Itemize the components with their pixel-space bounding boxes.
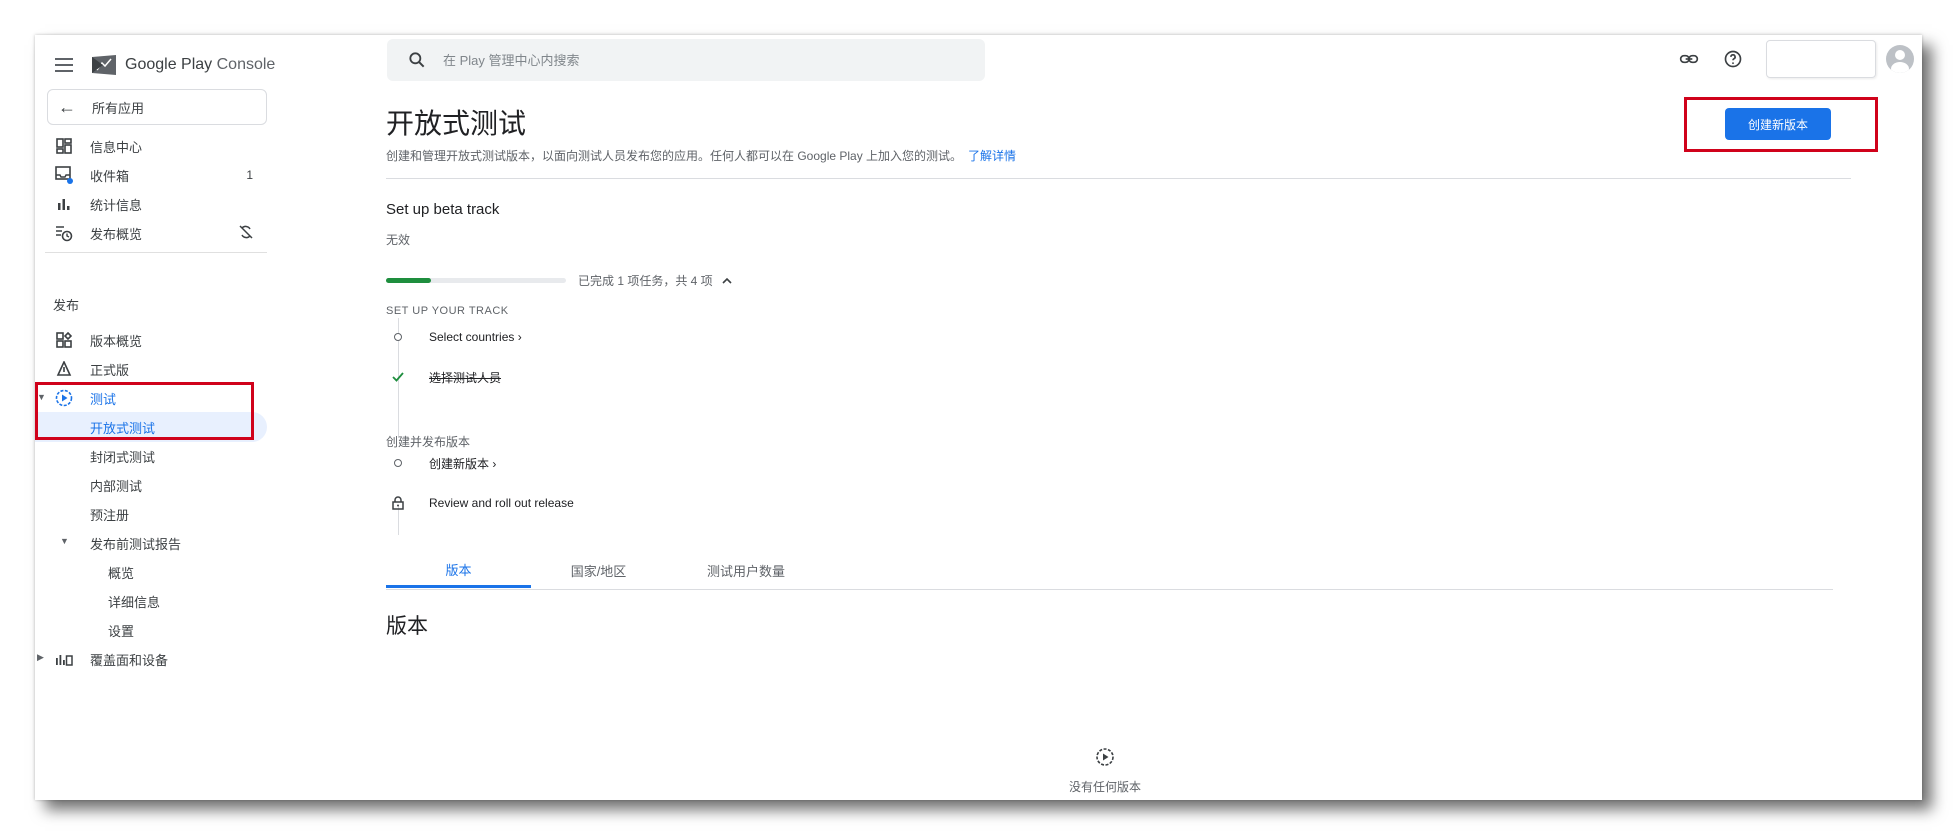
- sidebar-item-closed-testing[interactable]: 封闭式测试: [35, 441, 267, 471]
- release-overview-icon: [55, 331, 73, 349]
- sidebar-item-label: 封闭式测试: [90, 449, 156, 465]
- all-apps-button[interactable]: ← 所有应用: [47, 89, 267, 125]
- step-pending-icon: [389, 328, 407, 346]
- learn-more-link[interactable]: 了解详情: [968, 149, 1016, 163]
- tab-releases[interactable]: 版本: [386, 553, 531, 588]
- top-right-bar: [1678, 40, 1922, 78]
- sidebar-item-publishing-overview[interactable]: 发布概览: [35, 218, 267, 248]
- sidebar-item-release-overview[interactable]: 版本概览: [35, 325, 267, 355]
- create-new-release-button[interactable]: 创建新版本: [1725, 108, 1831, 140]
- step-pending-icon: [389, 454, 407, 472]
- sidebar-item-pre-launch-details[interactable]: 详细信息: [35, 586, 267, 616]
- tab-tester-count[interactable]: 测试用户数量: [666, 553, 826, 588]
- releases-section-title: 版本: [386, 615, 428, 638]
- sidebar-item-label: 覆盖面和设备: [90, 652, 169, 668]
- beta-track-status: 无效: [386, 233, 411, 247]
- production-icon: [55, 360, 73, 378]
- sidebar-item-open-testing[interactable]: 开放式测试: [35, 412, 267, 442]
- google-play-console-logo[interactable]: Google Play Console: [91, 54, 275, 76]
- logo-console-text: Console: [216, 56, 276, 73]
- step-select-countries[interactable]: Select countries ›: [389, 325, 522, 349]
- sidebar-item-label: 测试: [90, 391, 117, 407]
- step-label: Review and roll out release: [429, 496, 574, 510]
- search-bar[interactable]: [387, 39, 985, 81]
- all-apps-label: 所有应用: [92, 100, 145, 116]
- link-icon[interactable]: [1678, 48, 1700, 70]
- inbox-icon: [55, 166, 73, 184]
- sidebar-item-label: 发布前测试报告: [90, 536, 182, 552]
- sidebar-item-pre-launch-report[interactable]: 发布前测试报告: [35, 528, 267, 558]
- menu-icon[interactable]: [55, 58, 73, 72]
- beta-track-title: Set up beta track: [386, 201, 500, 218]
- back-arrow-icon: ←: [58, 96, 76, 117]
- sidebar-item-label: 收件箱: [90, 168, 130, 184]
- play-logo-icon: [92, 55, 116, 75]
- create-release-heading: 创建并发布版本: [386, 435, 471, 449]
- setup-track-heading: SET UP YOUR TRACK: [386, 305, 509, 317]
- task-progress-bar: [386, 278, 566, 283]
- release-icon: [1096, 748, 1114, 766]
- top-left-bar: Google Play Console: [55, 47, 275, 83]
- sidebar-item-label: 预注册: [90, 507, 130, 523]
- sidebar-item-label: 设置: [108, 623, 135, 639]
- tab-countries[interactable]: 国家/地区: [531, 553, 666, 588]
- empty-state-text: 没有任何版本: [1068, 780, 1141, 794]
- page-description: 创建和管理开放式测试版本，以面向测试人员发布您的应用。任何人都可以在 Googl…: [386, 147, 1016, 164]
- lock-icon: [389, 494, 407, 512]
- sidebar-item-pre-registration[interactable]: 预注册: [35, 499, 267, 529]
- sidebar-item-label: 开放式测试: [90, 420, 156, 436]
- search-input[interactable]: [441, 51, 945, 69]
- search-icon: [409, 52, 425, 68]
- publish-section-label: 发布: [53, 298, 80, 313]
- step-create-new-release[interactable]: 创建新版本 ›: [389, 451, 496, 475]
- testing-icon: [55, 389, 73, 407]
- sidebar-item-pre-launch-overview[interactable]: 概览: [35, 557, 267, 587]
- sidebar-divider: [45, 252, 267, 253]
- description-text: 创建和管理开放式测试版本，以面向测试人员发布您的应用。任何人都可以在 Googl…: [386, 149, 963, 163]
- account-switcher[interactable]: [1766, 40, 1876, 78]
- empty-state: 没有任何版本: [1045, 747, 1165, 795]
- task-progress-toggle[interactable]: 已完成 1 项任务，共 4 项: [578, 272, 733, 289]
- sidebar-item-label: 概览: [108, 565, 135, 581]
- avatar[interactable]: [1886, 45, 1914, 73]
- help-icon[interactable]: [1722, 48, 1744, 70]
- sidebar-item-label: 内部测试: [90, 478, 143, 494]
- sidebar-item-statistics[interactable]: 统计信息: [35, 189, 267, 219]
- checkmark-icon: [389, 368, 407, 386]
- step-review-rollout: Review and roll out release: [389, 491, 574, 515]
- sync-off-icon: [239, 224, 253, 242]
- sidebar-item-production[interactable]: 正式版: [35, 354, 267, 384]
- publishing-overview-icon: [55, 224, 73, 242]
- sidebar-item-inbox[interactable]: 收件箱 1: [35, 160, 267, 190]
- sidebar-item-label: 信息中心: [90, 139, 143, 155]
- step-label: 选择测试人员: [429, 370, 502, 385]
- task-progress-fill: [386, 278, 431, 283]
- logo-text: Google Play: [125, 56, 213, 73]
- step-label: Select countries ›: [429, 330, 522, 344]
- chevron-up-icon: [722, 277, 732, 284]
- task-progress-text: 已完成 1 项任务，共 4 项: [578, 274, 713, 288]
- reach-devices-icon: [55, 650, 73, 668]
- bar-chart-icon: [55, 195, 73, 213]
- sidebar-item-label: 详细信息: [108, 594, 161, 610]
- step-label: 创建新版本 ›: [429, 456, 497, 471]
- sidebar-item-reach-and-devices[interactable]: 覆盖面和设备: [35, 644, 267, 674]
- inbox-count-badge: 1: [246, 168, 253, 182]
- sidebar-item-dashboard[interactable]: 信息中心: [35, 131, 267, 161]
- sidebar-item-label: 发布概览: [90, 226, 143, 242]
- release-tabs: 版本 国家/地区 测试用户数量: [386, 553, 1833, 590]
- sidebar-item-label: 版本概览: [90, 333, 143, 349]
- header-divider: [386, 178, 1851, 179]
- dashboard-icon: [55, 137, 73, 155]
- sidebar-item-internal-testing[interactable]: 内部测试: [35, 470, 267, 500]
- sidebar-item-label: 统计信息: [90, 197, 143, 213]
- sidebar-item-label: 正式版: [90, 362, 130, 378]
- play-console-window: Google Play Console ← 所有应用 信息中心 收件箱 1: [35, 35, 1922, 800]
- step-select-testers: 选择测试人员: [389, 365, 501, 389]
- sidebar-item-pre-launch-settings[interactable]: 设置: [35, 615, 267, 645]
- sidebar-item-testing[interactable]: 测试: [35, 383, 267, 413]
- page-title: 开放式测试: [386, 108, 527, 139]
